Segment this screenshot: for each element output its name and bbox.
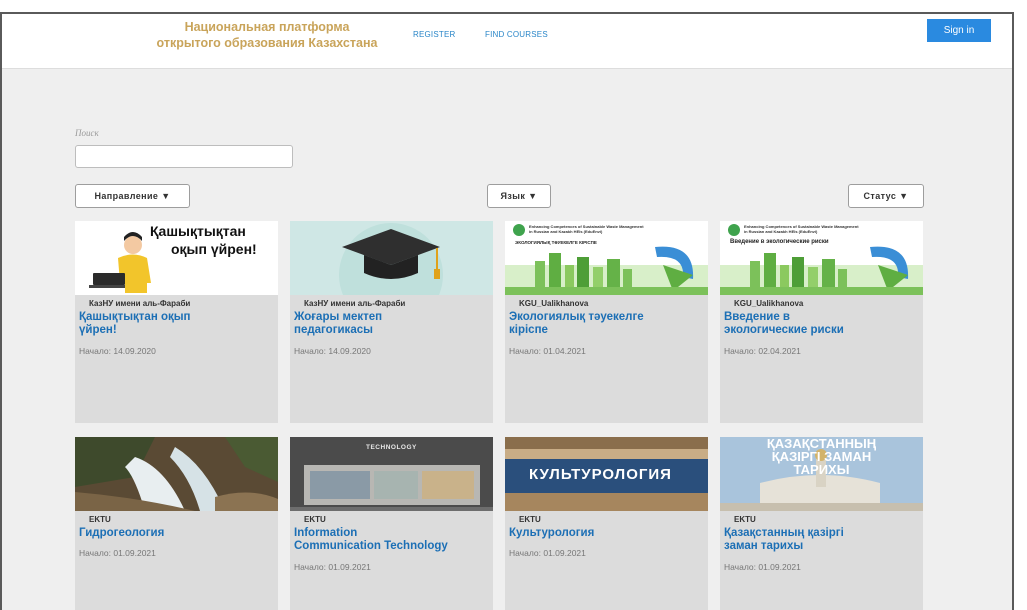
student-laptop-illustration: [89, 232, 151, 293]
graduation-cap-icon: [339, 223, 443, 295]
logo-line-2: открытого образования Казахстана: [156, 36, 378, 50]
university-name: KGU_Ualikhanova: [734, 299, 804, 308]
university-name: KGU_Ualikhanova: [519, 299, 589, 308]
image-caption-line-2: in Russian and Kazakh HEIs (EduEnvi): [744, 229, 818, 234]
course-title-line: Communication Technology: [294, 540, 448, 552]
site-logo[interactable]: Национальная платформа открытого образов…: [142, 19, 392, 51]
course-title[interactable]: Information Communication Technology: [294, 527, 492, 553]
image-caption-line-1: TECHNOLOGY: [366, 444, 417, 451]
course-image: [290, 221, 493, 295]
image-caption-line-2: in Russian and Kazakh HEIs (EduEnvi): [529, 229, 603, 234]
search-label: Поиск: [75, 128, 99, 138]
course-title-line: кіріспе: [509, 324, 548, 336]
course-image: Enhancing Competences of Sustainable Was…: [720, 221, 923, 295]
image-caption-line-3: Введение в экологические риски: [730, 239, 829, 245]
image-caption-line-3: ЭКОЛОГИЯЛЫҚ ТӘУЕКЕЛГЕ КІРІСПЕ: [515, 240, 597, 245]
course-title-line: Жоғары мектеп: [294, 311, 383, 323]
course-card[interactable]: ҚАЗАҚСТАННЫҢ ҚАЗІРГІ ЗАМАН ТАРИХЫ EKTU Қ…: [720, 437, 923, 610]
image-caption-line-1: КУЛЬТУРОЛОГИЯ: [529, 466, 672, 483]
image-caption-line-2: оқып үйрен!: [171, 241, 257, 257]
course-image: Қашықтықтан оқып үйрен!: [75, 221, 278, 295]
course-title-line: Қашықтықтан оқып: [79, 311, 191, 323]
course-card[interactable]: КУЛЬТУРОЛОГИЯ EKTU Культурология Начало:…: [505, 437, 708, 610]
start-date: Начало: 01.09.2021: [509, 548, 586, 558]
course-title[interactable]: Қашықтықтан оқып үйрен!: [79, 311, 277, 337]
course-image: TECHNOLOGY: [290, 437, 493, 511]
university-name: КазНУ имени аль-Фараби: [89, 299, 191, 308]
course-title[interactable]: Қазақстанның қазіргі заман тарихы: [724, 527, 922, 553]
course-title-line: Information: [294, 527, 358, 539]
image-caption-line-3: ТАРИХЫ: [793, 462, 850, 477]
start-date: Начало: 01.09.2021: [724, 562, 801, 572]
image-caption: ҚАЗАҚСТАННЫҢ ҚАЗІРГІ ЗАМАН ТАРИХЫ: [726, 437, 917, 476]
course-title-line: Қазақстанның қазіргі: [724, 527, 844, 539]
eco-logo-icon: [728, 224, 740, 236]
course-image: КУЛЬТУРОЛОГИЯ: [505, 437, 708, 511]
course-title[interactable]: Жоғары мектеп педагогикасы: [294, 311, 492, 337]
course-card[interactable]: Қашықтықтан оқып үйрен! КазНУ имени аль-…: [75, 221, 278, 423]
course-card[interactable]: Enhancing Competences of Sustainable Was…: [505, 221, 708, 423]
university-name: EKTU: [519, 515, 541, 524]
course-image: ҚАЗАҚСТАННЫҢ ҚАЗІРГІ ЗАМАН ТАРИХЫ: [720, 437, 923, 511]
course-title-line: Введение в: [724, 311, 790, 323]
course-card[interactable]: TECHNOLOGY EKTU Information Communicatio…: [290, 437, 493, 610]
start-date: Начало: 14.09.2020: [79, 346, 156, 356]
start-date: Начало: 01.09.2021: [294, 562, 371, 572]
language-filter-dropdown[interactable]: Язык ▼: [487, 184, 551, 208]
course-card[interactable]: Enhancing Competences of Sustainable Was…: [720, 221, 923, 423]
eco-logo-icon: [513, 224, 525, 236]
course-title-line: заман тарихы: [724, 540, 804, 552]
course-image: Enhancing Competences of Sustainable Was…: [505, 221, 708, 295]
course-title-line: экологические риски: [724, 324, 844, 336]
sign-in-button[interactable]: Sign in: [927, 19, 991, 42]
university-name: EKTU: [89, 515, 111, 524]
nav-find-courses-link[interactable]: FIND COURSES: [485, 30, 548, 39]
start-date: Начало: 01.09.2021: [79, 548, 156, 558]
course-title-line: Экологиялық тәуекелге: [509, 311, 644, 323]
waterfall-photo: [75, 437, 278, 511]
course-title-line: үйрен!: [79, 324, 117, 336]
logo-line-1: Национальная платформа: [184, 20, 350, 34]
course-title[interactable]: Культурология: [509, 527, 707, 540]
course-title[interactable]: Гидрогеология: [79, 527, 277, 540]
start-date: Начало: 14.09.2020: [294, 346, 371, 356]
course-image: [75, 437, 278, 511]
course-card[interactable]: EKTU Гидрогеология Начало: 01.09.2021: [75, 437, 278, 610]
course-title[interactable]: Экологиялық тәуекелге кіріспе: [509, 311, 707, 337]
status-filter-dropdown[interactable]: Статус ▼: [848, 184, 924, 208]
direction-filter-dropdown[interactable]: Направление ▼: [75, 184, 190, 208]
university-name: EKTU: [734, 515, 756, 524]
course-card[interactable]: КазНУ имени аль-Фараби Жоғары мектеп пед…: [290, 221, 493, 423]
course-title-line: Культурология: [509, 527, 595, 539]
course-title-line: Гидрогеология: [79, 527, 165, 539]
university-name: КазНУ имени аль-Фараби: [304, 299, 406, 308]
university-name: EKTU: [304, 515, 326, 524]
site-header: Национальная платформа открытого образов…: [2, 14, 1012, 69]
browser-viewport: Национальная платформа открытого образов…: [0, 12, 1014, 610]
nav-register-link[interactable]: REGISTER: [413, 30, 456, 39]
course-title-line: педагогикасы: [294, 324, 373, 336]
start-date: Начало: 01.04.2021: [509, 346, 586, 356]
course-title[interactable]: Введение в экологические риски: [724, 311, 922, 337]
search-input[interactable]: [75, 145, 293, 168]
start-date: Начало: 02.04.2021: [724, 346, 801, 356]
